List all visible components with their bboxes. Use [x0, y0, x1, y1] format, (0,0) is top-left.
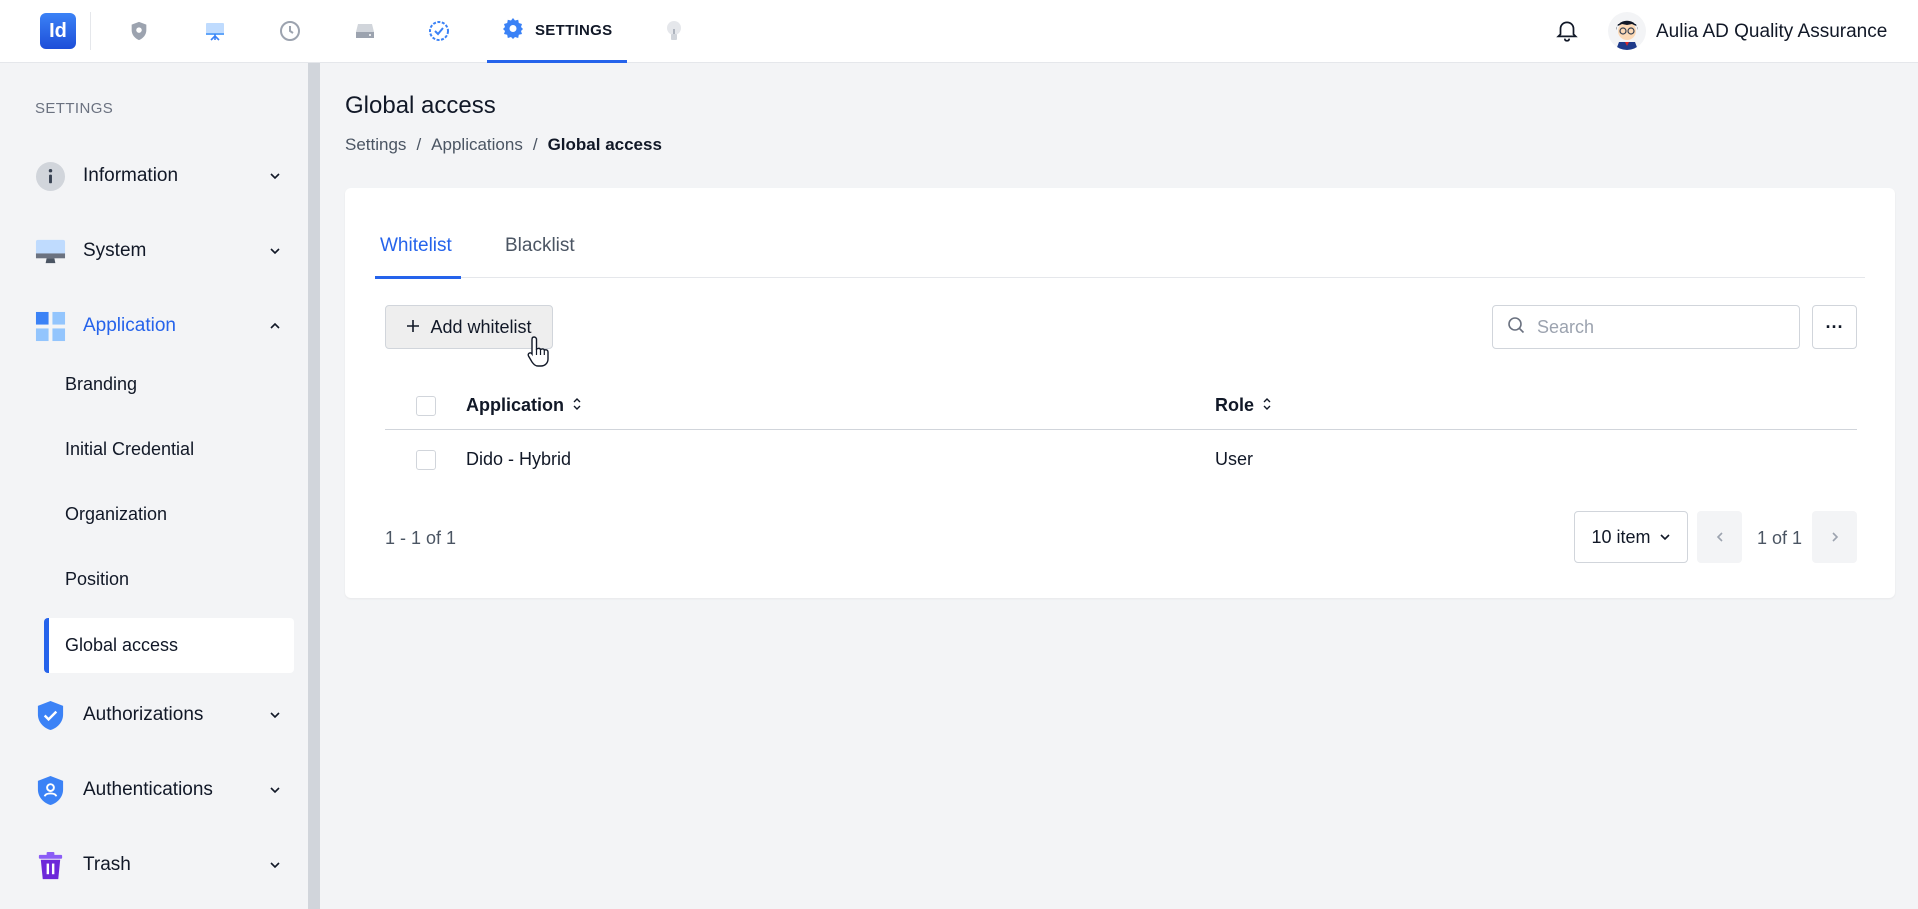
active-tab-indicator	[375, 276, 461, 279]
apps-grid-icon	[35, 311, 66, 342]
shield-check-icon	[35, 700, 66, 731]
sidebar-item-trash[interactable]: Trash	[35, 845, 285, 885]
top-navbar: Id SETTINGS Aulia AD Quality Assurance	[0, 0, 1918, 63]
more-options-button[interactable]: ···	[1812, 305, 1857, 349]
search-input[interactable]	[1537, 316, 1777, 338]
page-size-value: 10 item	[1591, 526, 1651, 547]
sidebar-subitem-position[interactable]: Position	[65, 569, 129, 590]
history-icon[interactable]	[276, 17, 304, 45]
avatar[interactable]	[1608, 12, 1646, 50]
table-header: Application Role	[385, 383, 1857, 430]
prev-page-button[interactable]	[1697, 511, 1742, 563]
sidebar-item-label: System	[83, 240, 147, 261]
chevron-down-icon	[1659, 527, 1671, 548]
breadcrumb-separator: /	[416, 135, 422, 154]
sidebar-item-system[interactable]: System	[35, 231, 285, 271]
breadcrumb-current: Global access	[547, 135, 662, 154]
hand-cursor-icon	[527, 335, 551, 369]
sidebar-heading: SETTINGS	[35, 100, 114, 117]
breadcrumb: Settings / Applications / Global access	[345, 135, 662, 155]
chevron-down-icon	[265, 855, 285, 875]
cell-application: Dido - Hybrid	[466, 449, 572, 469]
sidebar-subitem-global-access[interactable]: Global access	[44, 618, 294, 673]
tab-blacklist[interactable]: Blacklist	[505, 235, 575, 257]
sidebar-subitem-branding[interactable]: Branding	[65, 374, 137, 395]
tab-settings-label: SETTINGS	[535, 21, 613, 39]
user-name[interactable]: Aulia AD Quality Assurance	[1656, 21, 1887, 43]
presentation-icon[interactable]	[201, 17, 229, 45]
sidebar-item-authentications[interactable]: Authentications	[35, 770, 285, 810]
page-size-select[interactable]: 10 item	[1574, 511, 1688, 563]
sidebar-item-information[interactable]: Information	[35, 156, 285, 196]
app-logo[interactable]: Id	[40, 13, 76, 49]
divider	[90, 12, 91, 50]
chevron-left-icon	[1714, 527, 1726, 548]
sidebar-item-label: Information	[83, 165, 179, 186]
search-icon	[1507, 316, 1525, 339]
content-card: Whitelist Blacklist Add whitelist ··· Ap…	[345, 188, 1895, 598]
chevron-up-icon	[265, 316, 285, 336]
shield-user-icon	[35, 775, 66, 806]
row-checkbox[interactable]	[416, 450, 436, 470]
add-whitelist-label: Add whitelist	[430, 316, 532, 337]
chevron-right-icon	[1829, 527, 1841, 548]
next-page-button[interactable]	[1812, 511, 1857, 563]
trash-icon	[35, 850, 66, 881]
page-info: 1 of 1	[1757, 528, 1803, 548]
tab-whitelist[interactable]: Whitelist	[380, 235, 452, 257]
search-box	[1492, 305, 1800, 349]
sidebar-item-authorizations[interactable]: Authorizations	[35, 695, 285, 735]
sidebar-item-label: Authentications	[83, 779, 213, 800]
chevron-down-icon	[265, 780, 285, 800]
chevron-down-icon	[265, 705, 285, 725]
chevron-down-icon	[265, 241, 285, 261]
chevron-down-icon	[265, 166, 285, 186]
sidebar-item-label: Application	[83, 315, 176, 336]
table-row[interactable]: Dido - Hybrid User	[385, 430, 1857, 490]
sort-icon	[572, 395, 582, 416]
breadcrumb-applications[interactable]: Applications	[431, 135, 523, 155]
shield-icon[interactable]	[125, 17, 153, 45]
sidebar-subitem-initial-credential[interactable]: Initial Credential	[65, 439, 194, 460]
sidebar-item-application[interactable]: Application	[35, 306, 285, 346]
sidebar-item-label: Authorizations	[83, 704, 204, 725]
drive-icon[interactable]	[351, 17, 379, 45]
bell-icon[interactable]	[1554, 18, 1580, 44]
pagination-range: 1 - 1 of 1	[385, 528, 457, 548]
gear-icon	[501, 16, 525, 45]
breadcrumb-separator: /	[532, 135, 538, 154]
column-header-application[interactable]: Application	[466, 395, 582, 416]
tab-bar: Whitelist Blacklist	[375, 188, 1865, 278]
sidebar-scrollbar[interactable]	[308, 63, 320, 909]
sidebar-subitem-organization[interactable]: Organization	[65, 504, 167, 525]
column-label: Application	[466, 395, 564, 415]
sort-icon	[1262, 395, 1272, 416]
plus-icon	[406, 317, 420, 338]
column-label: Role	[1215, 395, 1255, 415]
cell-role: User	[1215, 449, 1254, 469]
select-all-checkbox[interactable]	[416, 396, 436, 416]
column-header-role[interactable]: Role	[1215, 395, 1272, 416]
info-icon	[35, 161, 66, 192]
tab-settings[interactable]: SETTINGS	[487, 0, 627, 63]
monitor-icon	[35, 236, 66, 267]
breadcrumb-settings[interactable]: Settings	[345, 135, 406, 155]
sidebar-item-label: Trash	[83, 854, 131, 875]
check-circle-icon[interactable]	[425, 17, 453, 45]
lightbulb-icon[interactable]	[660, 17, 688, 45]
page-title: Global access	[345, 92, 496, 119]
